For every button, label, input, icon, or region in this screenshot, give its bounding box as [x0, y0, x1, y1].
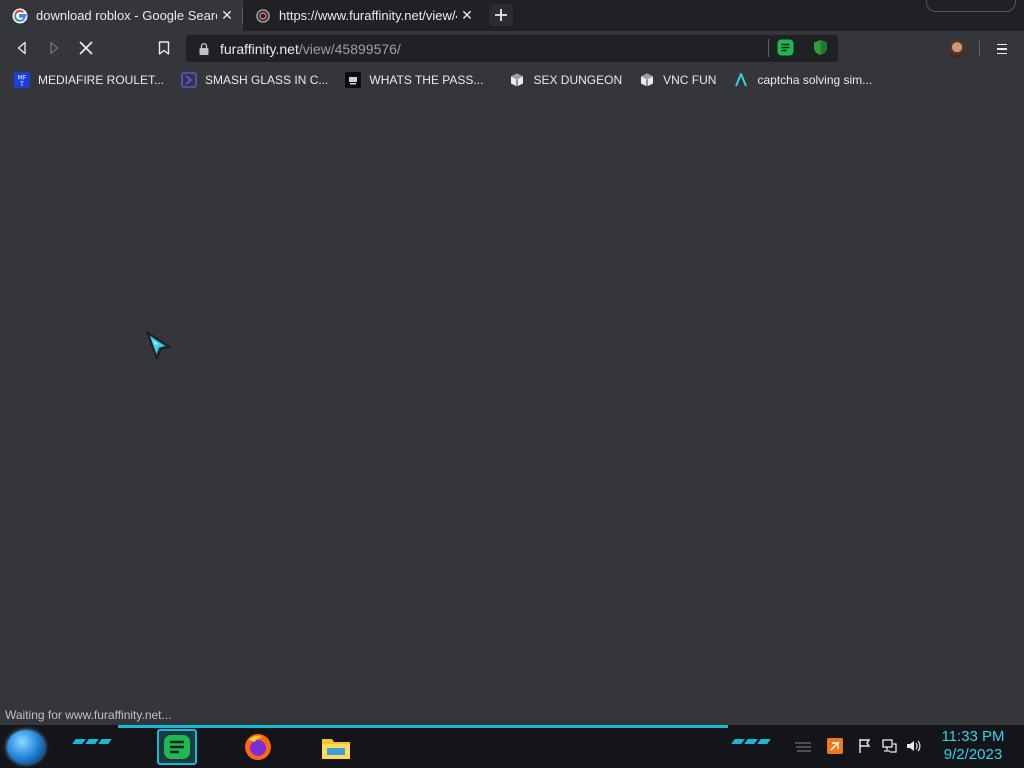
tab-furaffinity[interactable]: https://www.furaffinity.net/view/45 ✕	[243, 0, 483, 31]
stack-icon	[795, 742, 811, 752]
close-tab-icon[interactable]: ✕	[457, 6, 477, 26]
bookmarks-bar: MF T MEDIAFIRE ROULET... SMASH GLASS IN C…	[0, 65, 1024, 95]
bookmark-captcha-solving[interactable]: captcha solving sim...	[733, 68, 872, 92]
plus-icon	[495, 9, 507, 21]
tray-app-icon	[827, 738, 843, 754]
cube-icon	[509, 72, 525, 88]
close-tab-icon[interactable]: ✕	[217, 6, 237, 26]
stop-loading-button[interactable]	[72, 35, 100, 61]
action-center-button[interactable]	[856, 737, 874, 755]
start-button[interactable]	[7, 730, 45, 764]
network-button[interactable]	[880, 737, 898, 755]
bookmark-mediafire-roulette[interactable]: MF T MEDIAFIRE ROULET...	[14, 68, 164, 92]
url-path: /view/45899576/	[298, 40, 401, 57]
bookmark-label: SMASH GLASS IN C...	[205, 73, 329, 87]
bookmark-smash-glass[interactable]: SMASH GLASS IN C...	[181, 68, 328, 92]
taskbar-decoration	[72, 739, 112, 744]
lambda-icon	[733, 72, 749, 88]
file-explorer-icon	[322, 739, 350, 759]
chevron-bookmark-icon	[181, 72, 197, 88]
page-content[interactable]	[0, 95, 1024, 725]
bookmark-label: MEDIAFIRE ROULET...	[38, 73, 165, 87]
url-domain: furaffinity.net	[220, 40, 299, 57]
browser-menu-button[interactable]	[994, 40, 1010, 58]
bookmark-page-button[interactable]	[150, 35, 178, 61]
mediafire-icon: MF T	[14, 72, 30, 88]
bookmark-icon	[158, 41, 170, 55]
taskbar-app-firefox[interactable]	[238, 729, 278, 765]
tab-strip: download roblox - Google Search ✕ https:…	[0, 0, 1024, 31]
bookmark-sex-dungeon[interactable]: SEX DUNGEON	[509, 68, 622, 92]
google-g-icon	[12, 8, 28, 24]
lock-icon[interactable]	[197, 42, 211, 56]
forward-arrow-icon	[50, 41, 59, 55]
taskbar-clock[interactable]: 11:33 PM 9/2/2023	[930, 728, 1016, 764]
show-hidden-icons-button[interactable]	[794, 737, 812, 755]
back-button[interactable]	[8, 35, 36, 61]
bookmark-vnc-fun[interactable]: VNC FUN	[639, 68, 716, 92]
bookmark-label: SEX DUNGEON	[533, 73, 623, 87]
clock-date: 9/2/2023	[943, 746, 1003, 763]
network-icon	[882, 739, 897, 753]
loading-favicon-icon	[255, 8, 271, 24]
status-bubble: Waiting for www.furaffinity.net...	[0, 706, 177, 725]
shield-extension-icon[interactable]	[812, 39, 829, 56]
close-icon	[79, 41, 93, 55]
omnibox-divider	[768, 39, 769, 57]
url-text: furaffinity.net/view/45899576/	[220, 41, 401, 57]
mouse-cursor-icon	[146, 331, 172, 361]
taskbar-app-file-explorer[interactable]	[316, 729, 356, 765]
toolbar-divider	[979, 41, 980, 57]
bookmark-whats-the-pass[interactable]: WHATS THE PASS...	[345, 68, 483, 92]
bookmark-label: captcha solving sim...	[757, 73, 873, 87]
taskbar-accent-line	[118, 725, 728, 728]
notes-extension-icon[interactable]	[777, 39, 794, 56]
taskbar: 11:33 PM 9/2/2023	[0, 725, 1024, 768]
bookmark-label: WHATS THE PASS...	[369, 73, 484, 87]
clock-time: 11:33 PM	[941, 728, 1005, 745]
volume-icon	[907, 740, 921, 752]
forward-button[interactable]	[40, 35, 68, 61]
toolbar: furaffinity.net/view/45899576/	[0, 31, 1024, 65]
taskbar-decoration	[731, 739, 771, 744]
notes-app-icon	[164, 735, 190, 759]
tab-title: https://www.furaffinity.net/view/45	[279, 8, 457, 23]
new-tab-button[interactable]	[489, 4, 513, 26]
bookmark-label: VNC FUN	[663, 73, 717, 87]
back-arrow-icon	[17, 41, 26, 55]
cube-icon	[639, 72, 655, 88]
address-bar[interactable]: furaffinity.net/view/45899576/	[186, 35, 838, 62]
tray-app[interactable]	[826, 737, 844, 755]
svg-text:T: T	[19, 81, 24, 88]
firefox-icon	[245, 734, 271, 760]
tab-google-search[interactable]: download roblox - Google Search ✕	[0, 0, 243, 31]
window-frame-decoration	[926, 0, 1016, 12]
flag-icon	[859, 739, 871, 753]
tab-title: download roblox - Google Search	[36, 8, 217, 23]
terminal-icon	[345, 72, 362, 88]
taskbar-app-notes[interactable]	[157, 729, 197, 765]
profile-avatar[interactable]	[948, 40, 966, 58]
volume-button[interactable]	[904, 737, 922, 755]
